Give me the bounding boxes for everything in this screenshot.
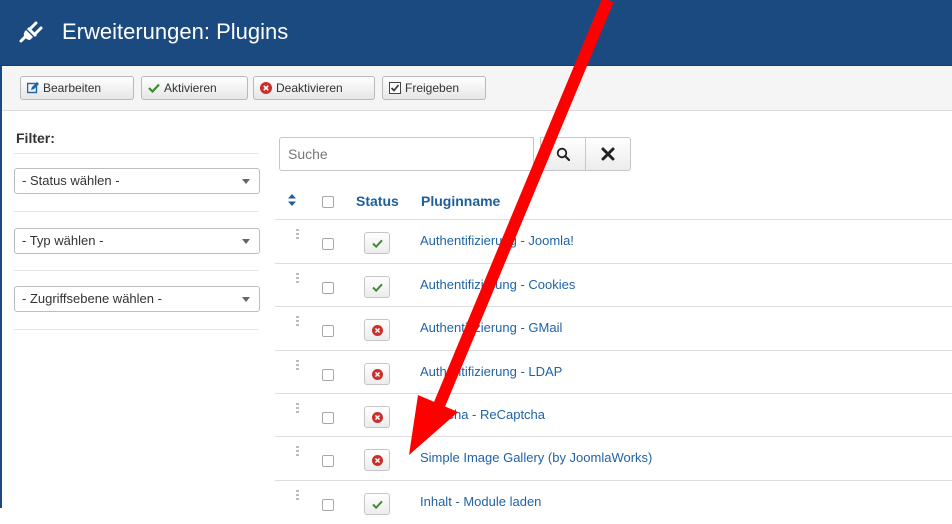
annotation-arrow-icon	[409, 0, 614, 455]
